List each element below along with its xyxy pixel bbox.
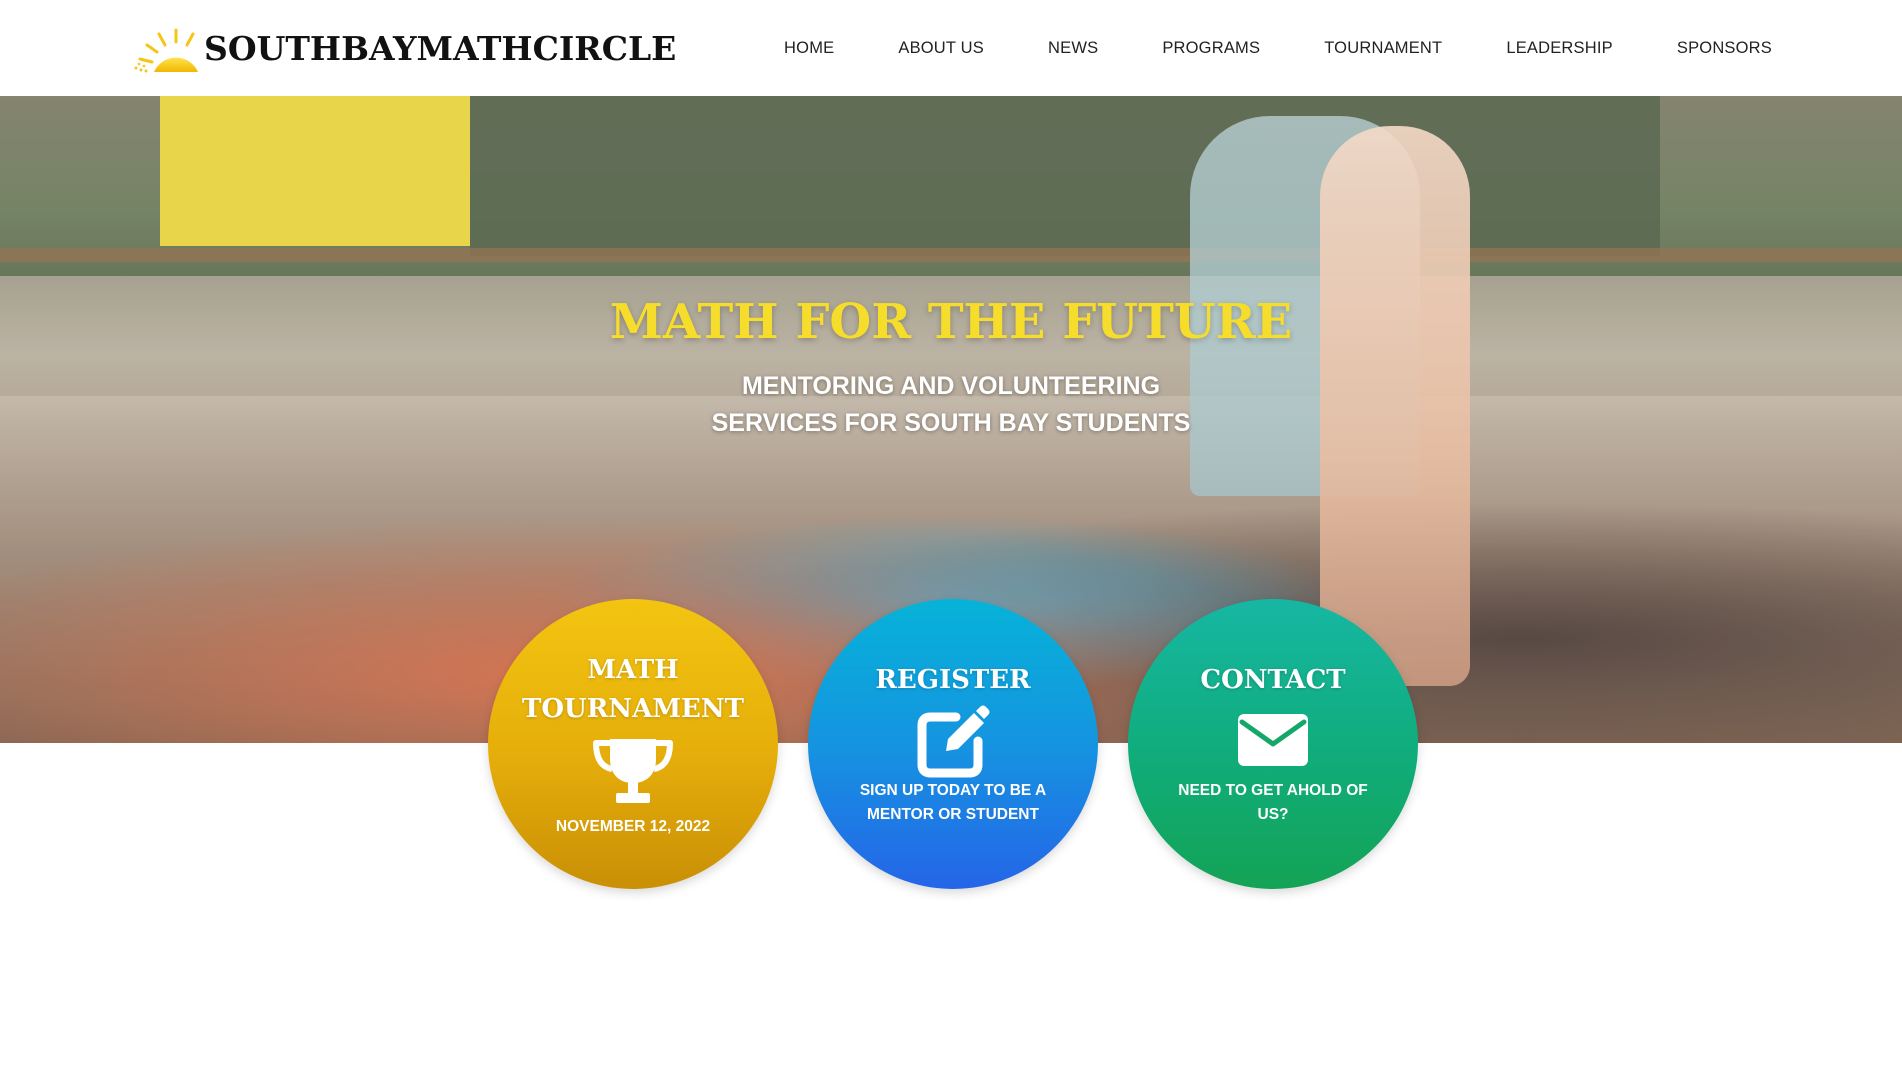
nav-item-programs[interactable]: PROGRAMS — [1162, 39, 1260, 58]
contact-title: CONTACT — [1200, 665, 1346, 695]
site-logo[interactable]: SOUTHBAYMATHCIRCLE — [132, 20, 676, 76]
main-nav: HOME ABOUT US NEWS PROGRAMS TOURNAMENT L… — [784, 0, 1772, 96]
register-title: REGISTER — [875, 665, 1031, 695]
nav-item-tournament[interactable]: TOURNAMENT — [1324, 39, 1442, 58]
tournament-date: NOVEMBER 12, 2022 — [555, 818, 711, 835]
tournament-title-line2: TOURNAMENT — [522, 694, 744, 724]
nav-item-sponsors[interactable]: SPONSORS — [1677, 39, 1772, 58]
envelope-icon — [1238, 714, 1308, 766]
site-header: SOUTHBAYMATHCIRCLE HOME ABOUT US NEWS PR… — [0, 0, 1902, 96]
math-tournament-button[interactable]: MATH TOURNAMENT NOVEMBER 12, 2022 — [488, 599, 778, 889]
register-caption-line1: SIGN UP TODAY TO BE A — [859, 782, 1047, 799]
sun-rising-icon — [134, 28, 198, 73]
hero-subtitle-line1: MENTORING AND VOLUNTEERING — [741, 372, 1161, 400]
trophy-icon — [593, 739, 673, 803]
nav-item-leadership[interactable]: LEADERSHIP — [1506, 39, 1613, 58]
nav-item-about-us[interactable]: ABOUT US — [898, 39, 984, 58]
nav-item-home[interactable]: HOME — [784, 39, 834, 58]
contact-button[interactable]: CONTACT NEED TO GET AHOLD OF US? — [1128, 599, 1418, 889]
register-button[interactable]: REGISTER SIGN UP TODAY TO BE A MENTOR OR… — [808, 599, 1098, 889]
tournament-title-line1: MATH — [587, 655, 679, 685]
hero-subtitle-line2: SERVICES FOR SOUTH BAY STUDENTS — [711, 409, 1191, 437]
register-caption-line2: MENTOR OR STUDENT — [867, 806, 1039, 823]
edit-pencil-icon — [917, 705, 990, 778]
contact-caption-line2: US? — [1257, 806, 1289, 823]
nav-item-news[interactable]: NEWS — [1048, 39, 1098, 58]
hero-subtitle: MENTORING AND VOLUNTEERING SERVICES FOR … — [0, 368, 1902, 442]
hero-title: MATH FOR THE FUTURE — [609, 294, 1293, 350]
logo-text: SOUTHBAYMATHCIRCLE — [204, 28, 677, 68]
contact-caption-line1: NEED TO GET AHOLD OF — [1178, 782, 1368, 799]
